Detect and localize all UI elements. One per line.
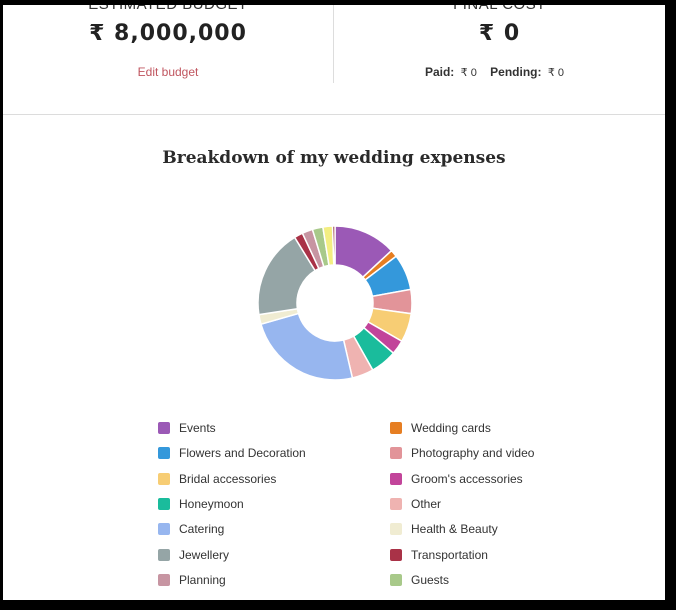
legend-item-planning[interactable]: Planning	[158, 570, 226, 590]
estimated-budget-value: ₹ 8,000,000	[89, 21, 247, 46]
legend-item-honeymoon[interactable]: Honeymoon	[158, 494, 244, 514]
legend-label: Flowers and Decoration	[179, 446, 306, 461]
legend-swatch-icon	[390, 497, 402, 510]
donut-slice-unlabeled-15[interactable]	[331, 225, 336, 266]
legend-item-other[interactable]: Other	[390, 494, 441, 514]
paid-value: ₹ 0	[460, 67, 477, 79]
legend-label: Wedding cards	[411, 421, 491, 435]
legend-item-wedding-cards[interactable]: Wedding cards	[390, 418, 491, 438]
payment-status: Paid: ₹ 0 Pending: ₹ 0	[334, 65, 665, 79]
legend-item-guests[interactable]: Guests	[390, 570, 449, 590]
legend-item-jewellery[interactable]: Jewellery	[158, 545, 229, 565]
legend-label: Planning	[179, 572, 226, 587]
legend-item-catering[interactable]: Catering	[158, 519, 224, 539]
legend-swatch-icon	[390, 523, 402, 536]
legend-label: Transportation	[411, 547, 488, 562]
legend-item-health-beauty[interactable]: Health & Beauty	[390, 519, 498, 539]
legend-label: Bridal accessories	[179, 471, 277, 486]
legend-swatch-icon	[158, 497, 170, 510]
estimated-budget-panel: Estimated Budget ₹ 8,000,000 Edit budget	[3, 5, 333, 114]
legend-label: Jewellery	[179, 547, 230, 562]
legend-item-transportation[interactable]: Transportation	[390, 545, 488, 565]
budget-summary: Estimated Budget ₹ 8,000,000 Edit budget…	[3, 5, 665, 114]
legend-swatch-icon	[390, 472, 402, 485]
legend-swatch-icon	[390, 548, 402, 561]
legend-item-photography-and-video[interactable]: Photography and video	[390, 443, 534, 463]
legend-label: Health & Beauty	[411, 522, 498, 537]
section-divider	[3, 114, 665, 115]
pending-value: ₹ 0	[547, 67, 565, 79]
legend-label: Guests	[411, 572, 450, 587]
legend-swatch-icon	[158, 573, 170, 586]
legend-swatch-icon	[390, 573, 402, 586]
paid-label: Paid:	[424, 65, 455, 79]
pending-label: Pending:	[490, 65, 542, 79]
legend-item-events[interactable]: Events	[158, 418, 216, 438]
legend-label: Other	[411, 496, 442, 511]
legend-item-groom-s-accessories[interactable]: Groom's accessories	[390, 469, 523, 489]
expenses-donut-chart	[257, 225, 413, 381]
legend-swatch-icon	[158, 523, 170, 536]
page-frame: Estimated Budget ₹ 8,000,000 Edit budget…	[3, 5, 665, 600]
legend-swatch-icon	[390, 447, 402, 460]
final-cost-label: Final Cost	[334, 5, 665, 13]
legend-label: Groom's accessories	[411, 471, 523, 486]
chart-title: Breakdown of my wedding expenses	[162, 148, 506, 168]
legend-item-flowers-and-decoration[interactable]: Flowers and Decoration	[158, 443, 306, 463]
legend-swatch-icon	[158, 422, 170, 434]
legend-swatch-icon	[158, 447, 170, 460]
final-cost-panel: Final Cost ₹ 0 Paid: ₹ 0 Pending: ₹ 0	[334, 5, 665, 114]
legend-swatch-icon	[158, 548, 170, 561]
legend-swatch-icon	[158, 472, 170, 485]
legend-label: Events	[179, 421, 216, 435]
edit-budget-link[interactable]: Edit budget	[3, 65, 333, 79]
estimated-budget-label: Estimated Budget	[3, 5, 333, 13]
legend-item-bridal-accessories[interactable]: Bridal accessories	[158, 469, 276, 489]
donut-slice-catering-8[interactable]	[260, 312, 354, 381]
final-cost-value: ₹ 0	[478, 21, 521, 46]
legend-swatch-icon	[390, 422, 402, 434]
legend-label: Catering	[179, 522, 225, 537]
legend-label: Honeymoon	[179, 496, 244, 511]
legend-label: Photography and video	[411, 446, 535, 461]
